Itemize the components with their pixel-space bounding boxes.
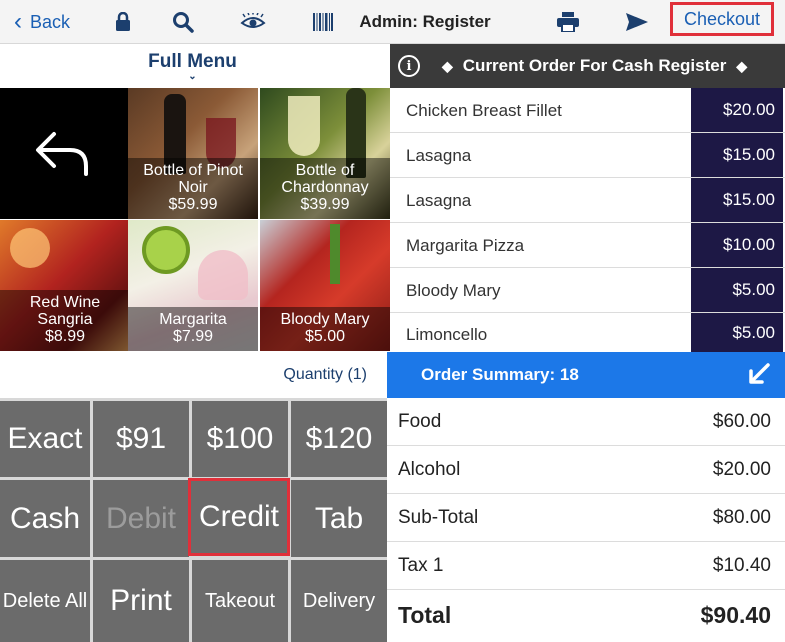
totals-value: $10.40 (712, 554, 771, 576)
menu-item-tile[interactable]: Bloody Mary $5.00 (260, 220, 390, 351)
order-header: i ◆ Current Order For Cash Register ◆ (390, 44, 785, 88)
totals-row-food: Food $60.00 (387, 398, 785, 446)
credit-button[interactable]: Credit (188, 478, 290, 556)
send-icon[interactable] (620, 0, 654, 44)
menu-back-tile[interactable] (0, 88, 130, 219)
totals-label: Tax 1 (398, 554, 444, 576)
info-icon[interactable]: i (398, 55, 420, 77)
menu-grid: Bottle of Pinot Noir $59.99 Bottle of Ch… (0, 88, 390, 352)
totals-label: Food (398, 410, 442, 432)
print-icon[interactable] (551, 0, 585, 44)
tab-button[interactable]: Tab (291, 480, 387, 557)
totals-row-tax: Tax 1 $10.40 (387, 542, 785, 590)
order-list: Chicken Breast Fillet $20.00 Lasagna $15… (390, 88, 785, 352)
totals-label: Total (398, 601, 452, 628)
order-totals: Food $60.00 Alcohol $20.00 Sub-Total $80… (387, 398, 785, 642)
menu-item-name: Bloody Mary (280, 311, 370, 328)
menu-item-price: $59.99 (168, 196, 218, 213)
order-row[interactable]: Bloody Mary $5.00 (390, 268, 785, 313)
arrow-down-left-icon (749, 363, 770, 384)
order-row[interactable]: Lasagna $15.00 (390, 133, 785, 178)
undo-icon (36, 132, 88, 176)
page-title: Admin: Register (359, 12, 491, 31)
amount-91-button[interactable]: $91 (93, 401, 189, 477)
menu-item-price: $5.00 (304, 328, 346, 345)
payment-keypad: Exact $91 $100 $120 Cash Debit Credit Ta… (0, 398, 387, 642)
checkout-button[interactable]: Checkout (670, 2, 774, 36)
menu-item-tile[interactable]: Red Wine Sangria $8.99 (0, 220, 130, 351)
quantity-label: Quantity (1) (283, 366, 367, 383)
order-row[interactable]: Chicken Breast Fillet $20.00 (390, 88, 785, 133)
menu-item-tile[interactable]: Bottle of Chardonnay $39.99 (260, 88, 390, 219)
order-item-price: $10.00 (691, 223, 783, 267)
debit-button[interactable]: Debit (93, 480, 189, 557)
menu-item-name: Red Wine Sangria (29, 294, 101, 328)
exact-button[interactable]: Exact (0, 401, 90, 477)
order-item-name: Limoncello (406, 325, 488, 344)
order-row[interactable]: Limoncello $5.00 (390, 313, 785, 352)
totals-value: $80.00 (712, 506, 771, 528)
amount-100-button[interactable]: $100 (192, 401, 288, 477)
order-item-name: Chicken Breast Fillet (406, 100, 562, 120)
delete-all-button[interactable]: Delete All (0, 560, 90, 642)
totals-value: $90.40 (700, 601, 771, 628)
order-item-price: $5.00 (691, 268, 783, 312)
top-bar: ‹ Back Admin: Register Checkout (0, 0, 785, 44)
order-item-price: $15.00 (691, 178, 783, 222)
diamond-icon: ◆ (442, 57, 453, 74)
menu-item-price: $39.99 (300, 196, 350, 213)
diamond-icon: ◆ (736, 57, 748, 74)
delivery-button[interactable]: Delivery (291, 560, 387, 642)
totals-row-subtotal: Sub-Total $80.00 (387, 494, 785, 542)
eye-icon[interactable] (236, 0, 270, 44)
back-button[interactable]: ‹ Back (14, 0, 70, 44)
order-summary-label: Order Summary: 18 (421, 365, 579, 384)
order-row[interactable]: Margarita Pizza $10.00 (390, 223, 785, 268)
barcode-icon[interactable] (306, 0, 340, 44)
order-item-name: Bloody Mary (406, 280, 501, 300)
chevron-down-icon: ⌄ (188, 71, 197, 82)
order-row[interactable]: Lasagna $15.00 (390, 178, 785, 223)
menu-item-name: Bottle of Chardonnay (281, 162, 369, 196)
order-item-price: $20.00 (691, 88, 783, 132)
order-summary-toggle[interactable]: Order Summary: 18 (387, 352, 785, 398)
totals-label: Sub-Total (398, 506, 479, 528)
menu-item-price: $7.99 (172, 328, 214, 345)
takeout-button[interactable]: Takeout (192, 560, 288, 642)
back-label: Back (30, 11, 71, 32)
order-item-name: Lasagna (406, 145, 472, 165)
order-item-price: $5.00 (691, 313, 783, 352)
print-button[interactable]: Print (93, 560, 189, 642)
order-item-price: $15.00 (691, 133, 783, 177)
totals-value: $20.00 (712, 458, 771, 480)
amount-120-button[interactable]: $120 (291, 401, 387, 477)
order-header-title: Current Order For Cash Register (462, 56, 727, 75)
quantity-selector[interactable]: Quantity (1) (0, 352, 385, 398)
order-item-name: Lasagna (406, 190, 472, 210)
menu-item-name: Bottle of Pinot Noir (143, 162, 243, 196)
totals-row-alcohol: Alcohol $20.00 (387, 446, 785, 494)
menu-item-tile[interactable]: Margarita $7.99 (128, 220, 258, 351)
chevron-left-icon: ‹ (14, 8, 22, 35)
cash-button[interactable]: Cash (0, 480, 90, 557)
menu-item-price: $8.99 (44, 328, 86, 345)
menu-item-name: Margarita (159, 311, 227, 328)
lock-icon[interactable] (106, 0, 140, 44)
totals-label: Alcohol (398, 458, 461, 480)
menu-title: Full Menu (148, 51, 237, 72)
totals-value: $60.00 (712, 410, 771, 432)
totals-row-total: Total $90.40 (387, 590, 785, 640)
menu-selector[interactable]: Full Menu ⌄ (0, 44, 385, 88)
search-icon[interactable] (166, 0, 200, 44)
order-item-name: Margarita Pizza (406, 235, 525, 255)
menu-item-tile[interactable]: Bottle of Pinot Noir $59.99 (128, 88, 258, 219)
